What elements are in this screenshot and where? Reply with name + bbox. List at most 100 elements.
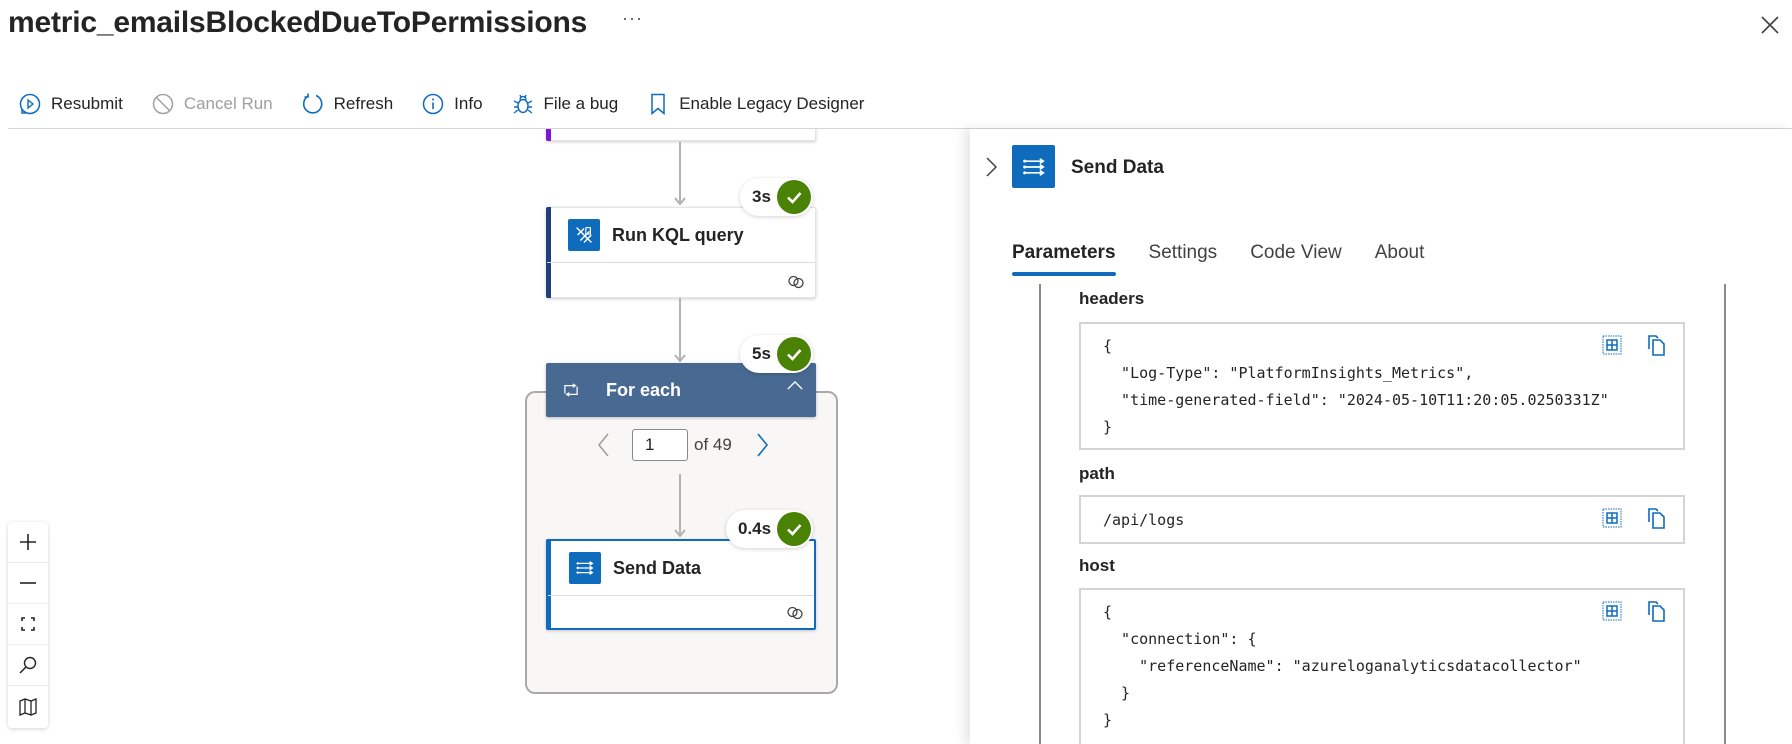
zoom-in-button[interactable] [8,522,48,563]
page-title: metric_emailsBlockedDueToPermissions [8,6,588,39]
connector-line [679,142,681,205]
run-kql-query-card[interactable]: Run KQL query [546,207,816,298]
duration-label: 5s [752,344,771,363]
table-view-icon [1602,601,1622,621]
file-a-bug-button[interactable]: File a bug [501,92,619,116]
link-icon [787,606,803,620]
arrowhead [674,529,686,537]
foreach-title: For each [606,379,682,400]
iteration-pager: 1 of 49 [594,428,772,462]
loop-icon [564,383,578,397]
param-label-headers: headers [1079,289,1145,308]
tab-code-view[interactable]: Code View [1250,242,1342,276]
link-icon [788,275,804,289]
copy-icon [1648,335,1665,356]
previous-iteration-button[interactable] [594,432,614,458]
minimap-button[interactable] [8,686,48,727]
iteration-count: of 49 [694,435,732,454]
param-value-host[interactable]: { "connection": { "referenceName": "azur… [1079,588,1685,744]
refresh-button[interactable]: Refresh [291,92,394,116]
connector-line [679,474,681,536]
param-value-path[interactable]: /api/logs [1079,495,1685,544]
card-header: Send Data [548,541,814,596]
workflow-canvas[interactable]: Run KQL query 3s For each 5s 1 of 49 Sen… [0,129,970,744]
table-view-icon [1602,335,1622,355]
foreach-status-badge: 5s [740,335,813,373]
connector-line [679,298,681,361]
plus-icon [20,534,36,550]
info-icon [422,93,444,115]
param-actions [1579,600,1667,622]
copy-button[interactable] [1645,334,1667,356]
enable-legacy-designer-label: Enable Legacy Designer [679,94,865,113]
resubmit-label: Resubmit [51,94,123,113]
collapse-chevron-icon[interactable] [786,380,804,391]
resubmit-icon [19,93,41,115]
more-options-button[interactable]: ··· [622,8,643,29]
success-check-icon [776,337,811,371]
next-iteration-button[interactable] [752,432,772,458]
scroll-track[interactable] [1724,284,1726,744]
panel-title: Send Data [1071,157,1164,178]
duration-label: 3s [752,187,771,206]
duration-label: 0.4s [738,519,772,538]
tab-about[interactable]: About [1375,242,1425,276]
send-data-icon [1012,145,1055,188]
bookmark-icon [651,93,665,116]
previous-action-card[interactable] [546,129,816,141]
card-accent [546,129,551,141]
success-check-icon [776,180,811,214]
run-status-badge: 3s [740,178,813,216]
table-view-button[interactable] [1601,507,1623,529]
refresh-label: Refresh [333,94,394,113]
arrowhead [674,197,686,205]
table-view-button[interactable] [1601,334,1623,356]
cancel-run-button[interactable]: Cancel Run [141,92,273,116]
map-icon [19,697,37,716]
send-data-icon [569,552,601,584]
toolbar: Resubmit Cancel Run Refresh Info File a … [8,88,882,120]
card-title: Send Data [613,557,702,578]
iteration-input[interactable]: 1 [632,429,688,461]
tab-settings[interactable]: Settings [1149,242,1218,276]
cancel-icon [152,93,174,115]
copy-icon [1648,601,1665,622]
collapse-panel-chevron-icon[interactable] [984,156,998,178]
resubmit-button[interactable]: Resubmit [8,92,123,116]
copy-button[interactable] [1645,600,1667,622]
success-check-icon [777,512,812,546]
param-actions [1579,334,1667,356]
fit-view-button[interactable] [8,604,48,645]
zoom-out-button[interactable] [8,563,48,604]
minus-icon [20,582,36,584]
zoom-controls [8,522,48,728]
table-view-button[interactable] [1601,600,1623,622]
card-header: Run KQL query [547,208,815,263]
kql-icon [568,219,600,251]
arrowhead [674,354,686,362]
send-data-status-badge: 0.4s [726,510,814,548]
info-label: Info [454,94,483,113]
info-button[interactable]: Info [411,92,483,116]
table-view-icon [1602,508,1622,528]
refresh-icon [302,93,323,114]
bug-icon [513,94,532,114]
close-button[interactable] [1758,13,1782,37]
copy-icon [1648,508,1665,529]
panel-tabs: Parameters Settings Code View About [1012,242,1457,276]
param-label-host: host [1079,556,1115,575]
send-data-card[interactable]: Send Data [546,539,816,630]
enable-legacy-designer-button[interactable]: Enable Legacy Designer [636,92,864,116]
cancel-run-label: Cancel Run [183,94,273,113]
param-value-headers[interactable]: { "Log-Type": "PlatformInsights_Metrics"… [1079,322,1685,450]
copy-button[interactable] [1645,507,1667,529]
tab-parameters[interactable]: Parameters [1012,242,1116,276]
section-border-left [1039,284,1041,744]
details-panel: Send Data Parameters Settings Code View … [970,129,1792,744]
close-icon [1761,16,1779,34]
card-title: Run KQL query [612,224,744,245]
search-button[interactable] [8,645,48,686]
param-actions [1579,507,1667,529]
fit-view-icon [21,617,35,631]
file-a-bug-label: File a bug [543,94,619,113]
